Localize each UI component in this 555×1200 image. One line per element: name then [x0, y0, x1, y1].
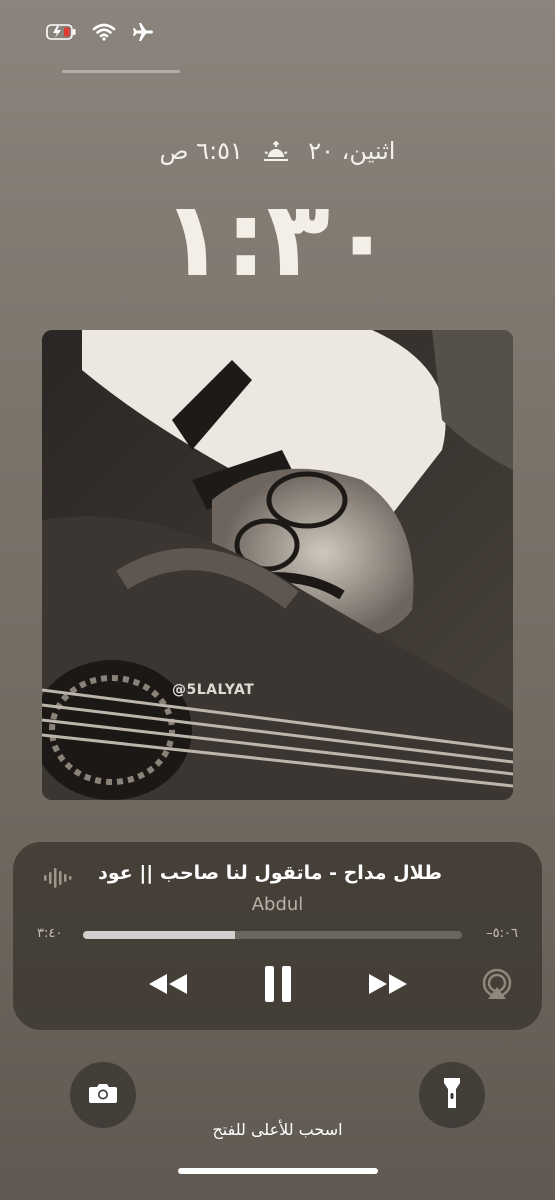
status-icons [46, 22, 154, 46]
airplay-button[interactable] [475, 964, 519, 1008]
now-playing-widget[interactable]: طلال مداح - ماتقول لنا صاحب || عود Abdul… [13, 842, 542, 1030]
fast-forward-button[interactable] [363, 964, 413, 1008]
track-title: طلال مداح - ماتقول لنا صاحب || عود [98, 862, 442, 884]
date-row: اثنين، ٢٠ ٦:٥١ ص [0, 136, 555, 165]
artwork-watermark: @5LALYAT [172, 682, 255, 698]
lock-clock: ١:٣٠ [161, 178, 394, 300]
flashlight-button[interactable] [419, 1062, 485, 1128]
airplane-mode-icon [132, 22, 154, 46]
camera-button[interactable] [70, 1062, 136, 1128]
home-indicator[interactable] [178, 1168, 378, 1174]
rewind-button[interactable] [143, 964, 193, 1008]
rewind-icon [146, 971, 190, 1001]
airplay-icon [480, 967, 514, 1005]
playback-progress-bar[interactable] [83, 931, 462, 939]
remaining-time: –٥:٠٦ [486, 926, 518, 941]
fast-forward-icon [366, 971, 410, 1001]
audio-waveform-icon [43, 866, 73, 894]
pause-button[interactable] [253, 964, 303, 1008]
swipe-up-hint: اسحب للأعلى للفتح [212, 1120, 343, 1139]
sunrise-time: ٦:٥١ ص [159, 137, 243, 165]
elapsed-time: ٣:٤٠ [37, 926, 63, 941]
progress-fill [83, 931, 235, 939]
battery-low-charging-icon [46, 24, 76, 44]
track-artist: Abdul [251, 894, 304, 915]
camera-icon [88, 1081, 118, 1109]
wifi-icon [92, 23, 116, 45]
status-indicator-line [62, 70, 180, 73]
flashlight-icon [443, 1076, 461, 1114]
date-text: اثنين، ٢٠ [308, 137, 396, 165]
album-artwork: @5LALYAT [42, 330, 513, 800]
sunrise-icon [263, 137, 289, 165]
status-bar [0, 20, 555, 73]
pause-icon [263, 964, 293, 1008]
